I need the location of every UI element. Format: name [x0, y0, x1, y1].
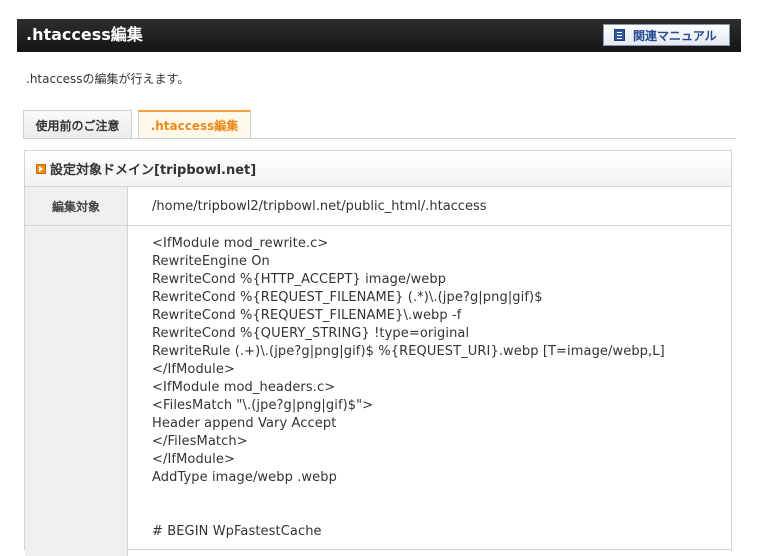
- target-label: 編集対象: [25, 187, 128, 225]
- tab-htaccess-edit[interactable]: .htaccess編集: [138, 110, 251, 139]
- tab-usage-notice[interactable]: 使用前のご注意: [23, 110, 132, 139]
- arrow-icon: [36, 163, 46, 174]
- target-path: /home/tripbowl2/tripbowl.net/public_html…: [128, 187, 731, 225]
- editor-label-cell: [25, 226, 128, 556]
- page-header: .htaccess編集 関連マニュアル: [17, 19, 741, 52]
- htaccess-editor[interactable]: <IfModule mod_rewrite.c> RewriteEngine O…: [128, 226, 731, 556]
- tab-divider: [23, 138, 736, 139]
- intro-text: .htaccessの編集が行えます。: [26, 72, 190, 86]
- related-manual-button[interactable]: 関連マニュアル: [603, 24, 730, 46]
- editor-row: <IfModule mod_rewrite.c> RewriteEngine O…: [25, 226, 731, 556]
- htaccess-content[interactable]: <IfModule mod_rewrite.c> RewriteEngine O…: [152, 235, 665, 541]
- panel-heading: 設定対象ドメイン[tripbowl.net]: [25, 151, 731, 187]
- edit-panel: 設定対象ドメイン[tripbowl.net] 編集対象 /home/tripbo…: [24, 150, 732, 556]
- target-path-text: /home/tripbowl2/tripbowl.net/public_html…: [152, 198, 487, 214]
- target-row: 編集対象 /home/tripbowl2/tripbowl.net/public…: [25, 187, 731, 226]
- target-domain-heading: 設定対象ドメイン[tripbowl.net]: [50, 163, 257, 178]
- book-icon: [614, 29, 625, 41]
- related-manual-label: 関連マニュアル: [633, 28, 717, 43]
- page-title: .htaccess編集: [26, 25, 143, 44]
